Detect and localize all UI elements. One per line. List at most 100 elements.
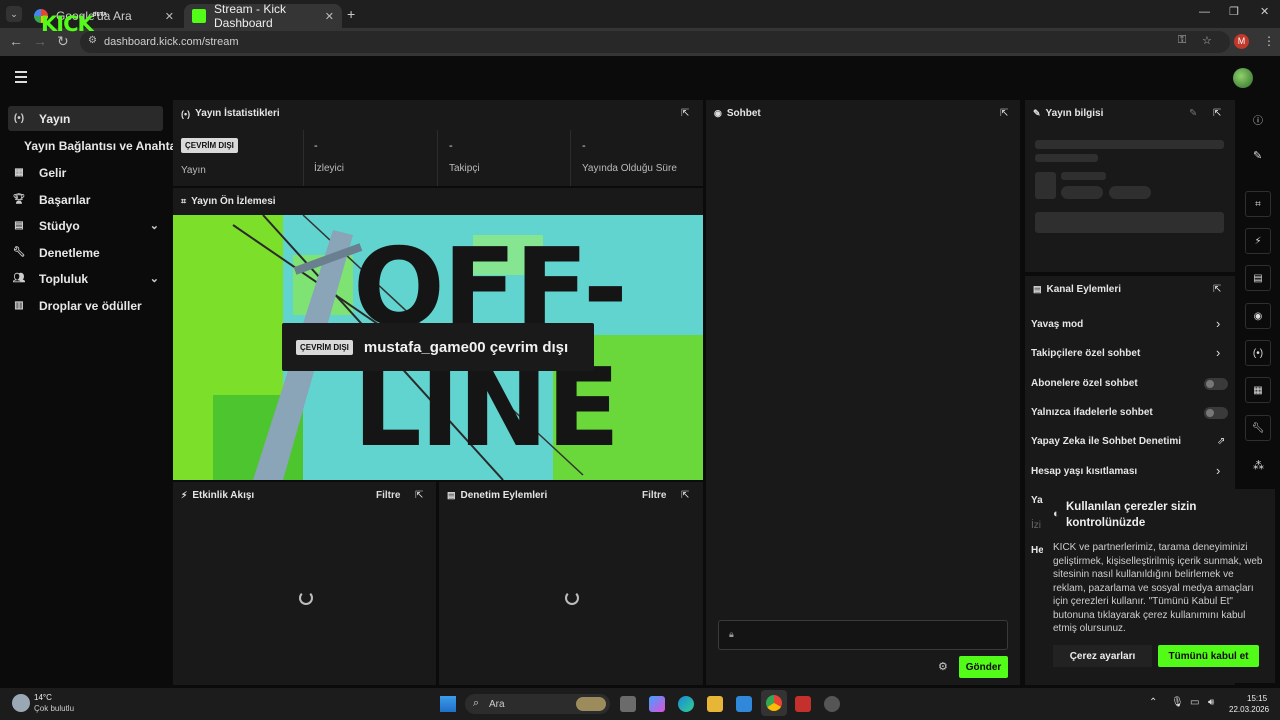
sidebar-item-basarilar[interactable]: 🏆︎ Başarılar — [8, 187, 163, 212]
chevron-right-icon[interactable]: › — [1216, 345, 1220, 360]
close-icon[interactable]: ✕ — [165, 10, 174, 23]
popout-icon[interactable]: ⇱ — [1213, 284, 1221, 295]
action-followers-only[interactable]: Takipçilere özel sohbet — [1031, 348, 1140, 359]
tab-search-dropdown[interactable]: ⌄ — [6, 6, 22, 22]
browser-menu-icon[interactable]: ⋮ — [1263, 34, 1275, 48]
maximize-button[interactable]: ❐ — [1229, 5, 1239, 18]
tab-kick[interactable]: Stream - Kick Dashboard ✕ — [184, 2, 342, 30]
trophy-icon: 🏆︎ — [12, 194, 26, 205]
popout-icon[interactable]: ⇱ — [1000, 108, 1008, 119]
kick-favicon-icon — [192, 9, 206, 23]
edit-icon[interactable]: ✎ — [1189, 108, 1197, 119]
site-info-icon[interactable]: ⚙ — [88, 35, 97, 46]
subscribers-only-toggle[interactable] — [1204, 378, 1228, 390]
chevron-down-icon: ⌄ — [149, 220, 159, 232]
app-icon[interactable] — [824, 696, 840, 712]
window-close-button[interactable]: ✕ — [1260, 5, 1269, 18]
document-rail-icon[interactable]: ▤ — [1245, 265, 1271, 291]
revenue-icon: ▦ — [14, 167, 24, 178]
filter-button[interactable]: Filtre — [376, 490, 400, 501]
external-link-icon[interactable]: ⇗ — [1217, 436, 1225, 447]
lightning-rail-icon[interactable]: ⚡︎ — [1245, 228, 1271, 254]
edge-icon[interactable] — [678, 696, 694, 712]
minimize-button[interactable]: — — [1199, 6, 1210, 18]
action-slow-mode[interactable]: Yavaş mod — [1031, 319, 1083, 330]
action-partial-3[interactable]: He — [1031, 545, 1044, 556]
sidebar-item-yayin[interactable]: (•) Yayın — [8, 106, 163, 131]
close-icon[interactable]: ✕ — [325, 10, 334, 23]
accept-all-cookies-button[interactable]: Tümünü kabul et — [1158, 645, 1259, 667]
sidebar-item-stream-key[interactable]: Yayın Bağlantısı ve Anahtarı — [20, 133, 184, 158]
broadcast-rail-icon[interactable]: (•) — [1245, 340, 1271, 366]
tray-chevron-icon[interactable]: ⌃ — [1149, 697, 1157, 708]
popout-icon[interactable]: ⇱ — [681, 490, 689, 501]
edit-rail-icon[interactable]: ✎ — [1253, 149, 1262, 162]
weather-icon[interactable] — [12, 694, 30, 712]
copilot-icon[interactable] — [649, 696, 665, 712]
sidebar-item-studyo[interactable]: ▤ Stüdyo ⌄ — [8, 213, 163, 238]
document-icon: ▤ — [1033, 284, 1042, 294]
emotes-only-toggle[interactable] — [1204, 407, 1228, 419]
display-icon[interactable]: ▭ — [1190, 697, 1199, 708]
task-view-icon[interactable] — [620, 696, 636, 712]
chrome-icon[interactable] — [761, 690, 787, 716]
volume-icon[interactable]: 🔊︎ — [1208, 697, 1214, 708]
layout-rail-icon[interactable]: ▦ — [1245, 377, 1271, 403]
action-subscribers-only[interactable]: Abonelere özel sohbet — [1031, 378, 1138, 389]
chat-rail-icon[interactable]: ◉ — [1245, 303, 1271, 329]
skeleton-placeholder — [1061, 172, 1106, 180]
clock-date[interactable]: 22.03.2026 — [1229, 705, 1269, 714]
send-button[interactable]: Gönder — [959, 656, 1008, 678]
url-text: dashboard.kick.com/stream — [104, 36, 239, 48]
panel-header: ◉ Sohbet — [714, 108, 761, 119]
back-icon[interactable]: ← — [9, 33, 23, 49]
info-icon[interactable]: ⓘ — [1253, 112, 1263, 127]
kick-logo[interactable]: KICKBETA — [41, 12, 107, 36]
clock-time[interactable]: 15:15 — [1247, 694, 1267, 703]
chevron-right-icon[interactable]: › — [1216, 463, 1220, 478]
password-key-icon[interactable]: ⚿ — [1178, 34, 1186, 47]
sidebar-item-topluluk[interactable]: 👥︎ Topluluk ⌄ — [8, 266, 163, 291]
new-tab-button[interactable]: + — [347, 6, 355, 22]
wrench-rail-icon[interactable]: 🔧︎ — [1245, 415, 1271, 441]
preview-rail-icon[interactable]: ⌗ — [1245, 191, 1271, 217]
file-explorer-icon[interactable] — [707, 696, 723, 712]
start-button[interactable] — [440, 696, 456, 712]
filter-button[interactable]: Filtre — [642, 490, 666, 501]
bookmark-star-icon[interactable]: ☆ — [1202, 34, 1212, 47]
panel-title: Etkinlik Akışı — [192, 490, 255, 501]
panel-header: (•) Yayın İstatistikleri — [181, 108, 280, 119]
acrobat-icon[interactable] — [795, 696, 811, 712]
broadcast-icon: (•) — [13, 113, 25, 124]
cookie-settings-button[interactable]: Çerez ayarları — [1053, 645, 1152, 667]
store-icon[interactable] — [736, 696, 752, 712]
sidebar-item-droplar[interactable]: ▥ Droplar ve ödüller — [8, 293, 163, 318]
weather-temp: 14°C — [34, 693, 52, 702]
sidebar-item-gelir[interactable]: ▦ Gelir — [8, 160, 163, 185]
sidebar-item-denetleme[interactable]: 🔧︎ Denetleme — [8, 240, 163, 265]
user-avatar[interactable] — [1233, 68, 1253, 88]
menu-hamburger-icon[interactable] — [15, 71, 27, 86]
stat-value: - — [582, 140, 586, 152]
profile-avatar[interactable]: M — [1234, 34, 1249, 49]
microphone-icon[interactable]: 🎙︎ — [1171, 697, 1184, 708]
taskbar-search-input[interactable]: ⌕ Ara — [465, 694, 610, 714]
url-input[interactable]: ⚙ dashboard.kick.com/stream ⚿ ☆ — [80, 31, 1230, 53]
chat-settings-icon[interactable]: ⚙ — [938, 660, 948, 673]
action-ai-moderation[interactable]: Yapay Zeka ile Sohbet Denetimi — [1031, 436, 1181, 447]
action-account-age[interactable]: Hesap yaşı kısıtlaması — [1031, 466, 1137, 477]
chat-input[interactable]: 🔒︎ — [718, 620, 1008, 650]
popout-icon[interactable]: ⇱ — [415, 490, 423, 501]
action-emotes-only[interactable]: Yalnızca ifadelerle sohbet — [1031, 407, 1153, 418]
windows-taskbar: 14°C Çok bulutlu ⌕ Ara ⌃ 🎙︎ ▭ 🔊︎ 15:15 2… — [0, 688, 1280, 720]
chevron-right-icon[interactable]: › — [1216, 316, 1220, 331]
action-partial-1[interactable]: Ya — [1031, 495, 1043, 506]
popout-icon[interactable]: ⇱ — [1213, 108, 1221, 119]
action-partial-2[interactable]: İzi — [1031, 520, 1041, 531]
popout-icon[interactable]: ⇱ — [681, 108, 689, 119]
add-widget-icon[interactable]: ⁂ — [1253, 459, 1264, 472]
stat-cell-status: ÇEVRİM DIŞI Yayın — [173, 130, 304, 186]
stream-info-panel: ✎ Yayın bilgisi ✎ ⇱ — [1025, 100, 1235, 272]
stat-value: - — [314, 140, 318, 152]
stat-cell-followers: - Takipçi — [439, 130, 571, 186]
